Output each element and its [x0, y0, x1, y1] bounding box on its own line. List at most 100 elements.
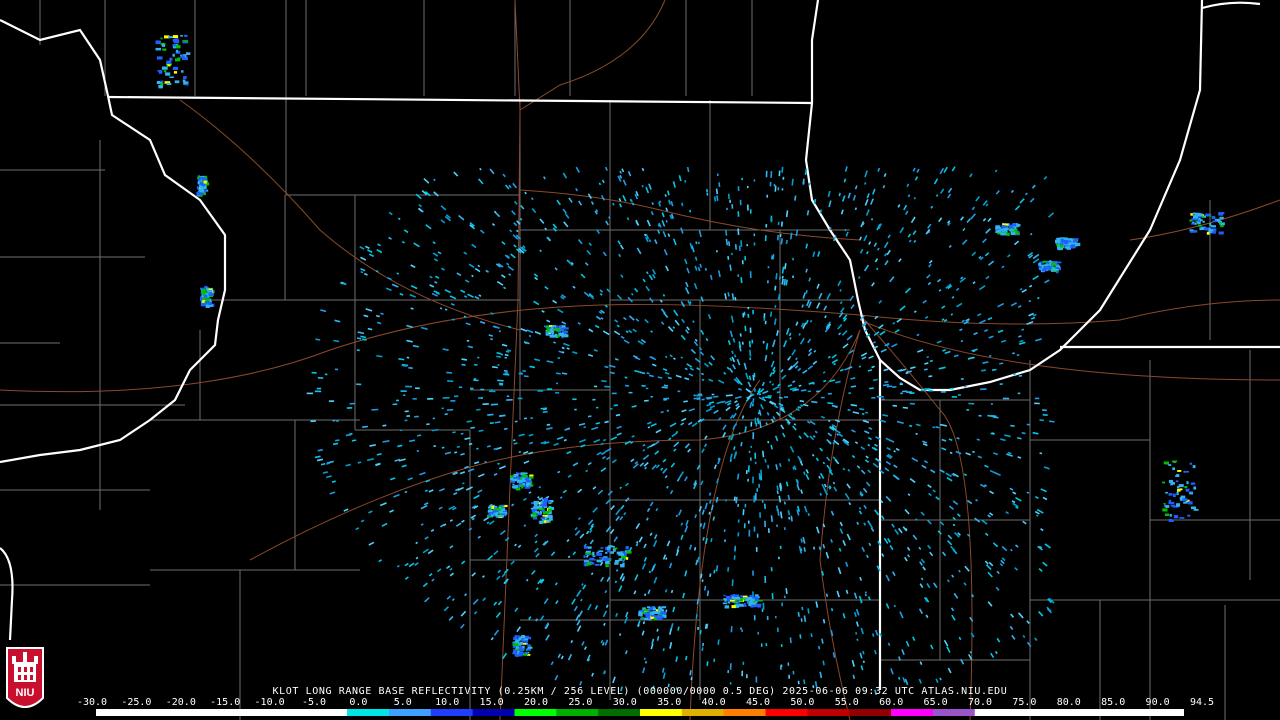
- echo-speck: [772, 416, 776, 420]
- echo-speck: [547, 388, 553, 391]
- echo-speck: [909, 477, 916, 484]
- echo-speck: [964, 565, 970, 572]
- echo-cell: [740, 595, 743, 598]
- echo-speck: [661, 667, 665, 673]
- echo-cell: [751, 598, 755, 602]
- echo-speck: [968, 402, 975, 405]
- echo-cell: [731, 605, 736, 609]
- echo-cell: [1172, 493, 1176, 497]
- echo-speck: [776, 234, 780, 241]
- echo-speck: [664, 589, 668, 593]
- echo-speck: [881, 553, 885, 557]
- echo-speck: [811, 400, 818, 404]
- colorbar-segment: [1100, 709, 1143, 716]
- echo-speck: [497, 600, 503, 606]
- echo-speck: [1026, 423, 1030, 426]
- echo-speck: [689, 209, 692, 213]
- echo-speck: [741, 177, 743, 181]
- echo-speck: [460, 289, 466, 294]
- echo-speck: [366, 457, 375, 462]
- echo-cell: [162, 48, 167, 51]
- echo-speck: [713, 569, 716, 574]
- echo-cell: [1059, 244, 1064, 248]
- echo-speck: [762, 398, 767, 402]
- echo-speck: [388, 236, 392, 240]
- echo-speck: [596, 451, 602, 456]
- echo-speck: [854, 185, 858, 190]
- echo-speck: [710, 504, 714, 511]
- echo-speck: [977, 455, 983, 459]
- echo-speck: [511, 503, 515, 507]
- echo-speck: [762, 450, 765, 458]
- echo-speck: [567, 555, 571, 559]
- legend-tick: 85.0: [1101, 697, 1126, 708]
- echo-speck: [604, 166, 608, 171]
- echo-speck: [563, 438, 567, 442]
- echo-speck: [667, 326, 674, 333]
- echo-speck: [809, 420, 816, 426]
- echo-speck: [697, 626, 700, 630]
- echo-speck: [528, 491, 532, 495]
- echo-speck: [616, 432, 622, 436]
- echo-cell: [182, 41, 188, 44]
- echo-cell: [1176, 474, 1180, 476]
- echo-speck: [599, 289, 604, 293]
- echo-speck: [688, 408, 695, 412]
- echo-speck: [365, 245, 370, 250]
- echo-speck: [750, 445, 753, 448]
- echo-cell: [518, 653, 523, 657]
- echo-speck: [529, 441, 534, 445]
- echo-speck: [943, 639, 949, 647]
- echo-speck: [424, 597, 430, 603]
- echo-speck: [474, 363, 478, 366]
- echo-speck: [624, 650, 628, 655]
- echo-speck: [662, 293, 666, 297]
- echo-speck: [869, 387, 874, 390]
- echo-speck: [514, 607, 519, 613]
- echo-speck: [960, 378, 964, 380]
- echo-speck: [462, 482, 465, 485]
- echo-speck: [759, 420, 762, 428]
- echo-speck: [700, 480, 704, 486]
- echo-speck: [966, 218, 972, 224]
- echo-speck: [399, 292, 404, 296]
- echo-speck: [490, 312, 494, 315]
- echo-speck: [800, 618, 803, 622]
- echo-cell: [527, 647, 533, 649]
- echo-cell: [539, 520, 543, 525]
- echo-speck: [490, 338, 493, 341]
- echo-cell: [1162, 481, 1165, 484]
- echo-speck: [557, 308, 564, 314]
- echo-speck: [587, 415, 592, 418]
- echo-speck: [737, 274, 740, 278]
- echo-speck: [838, 332, 842, 336]
- echo-speck: [865, 209, 870, 216]
- echo-speck: [477, 356, 480, 359]
- echo-cell: [1175, 475, 1180, 477]
- echo-speck: [955, 287, 960, 291]
- echo-speck: [709, 573, 712, 578]
- echo-speck: [951, 166, 956, 172]
- echo-cell: [1163, 461, 1169, 465]
- echo-speck: [733, 446, 736, 450]
- echo-speck: [634, 574, 639, 581]
- echo-speck: [893, 464, 898, 469]
- echo-speck: [779, 234, 782, 238]
- echo-speck: [662, 231, 667, 238]
- echo-speck: [592, 398, 596, 401]
- echo-speck: [717, 639, 720, 645]
- echo-speck: [577, 517, 581, 521]
- legend-tick: -30.0: [76, 697, 108, 708]
- echo-speck: [498, 330, 502, 333]
- echo-speck: [432, 241, 436, 245]
- echo-speck: [797, 611, 800, 617]
- echo-speck: [381, 522, 388, 527]
- echo-speck: [802, 471, 806, 476]
- echo-speck: [479, 167, 482, 171]
- echo-speck: [612, 202, 615, 206]
- echo-speck: [800, 404, 804, 407]
- echo-speck: [738, 245, 741, 251]
- echo-cell: [160, 37, 163, 40]
- echo-cell: [1056, 267, 1059, 269]
- echo-speck: [871, 633, 875, 638]
